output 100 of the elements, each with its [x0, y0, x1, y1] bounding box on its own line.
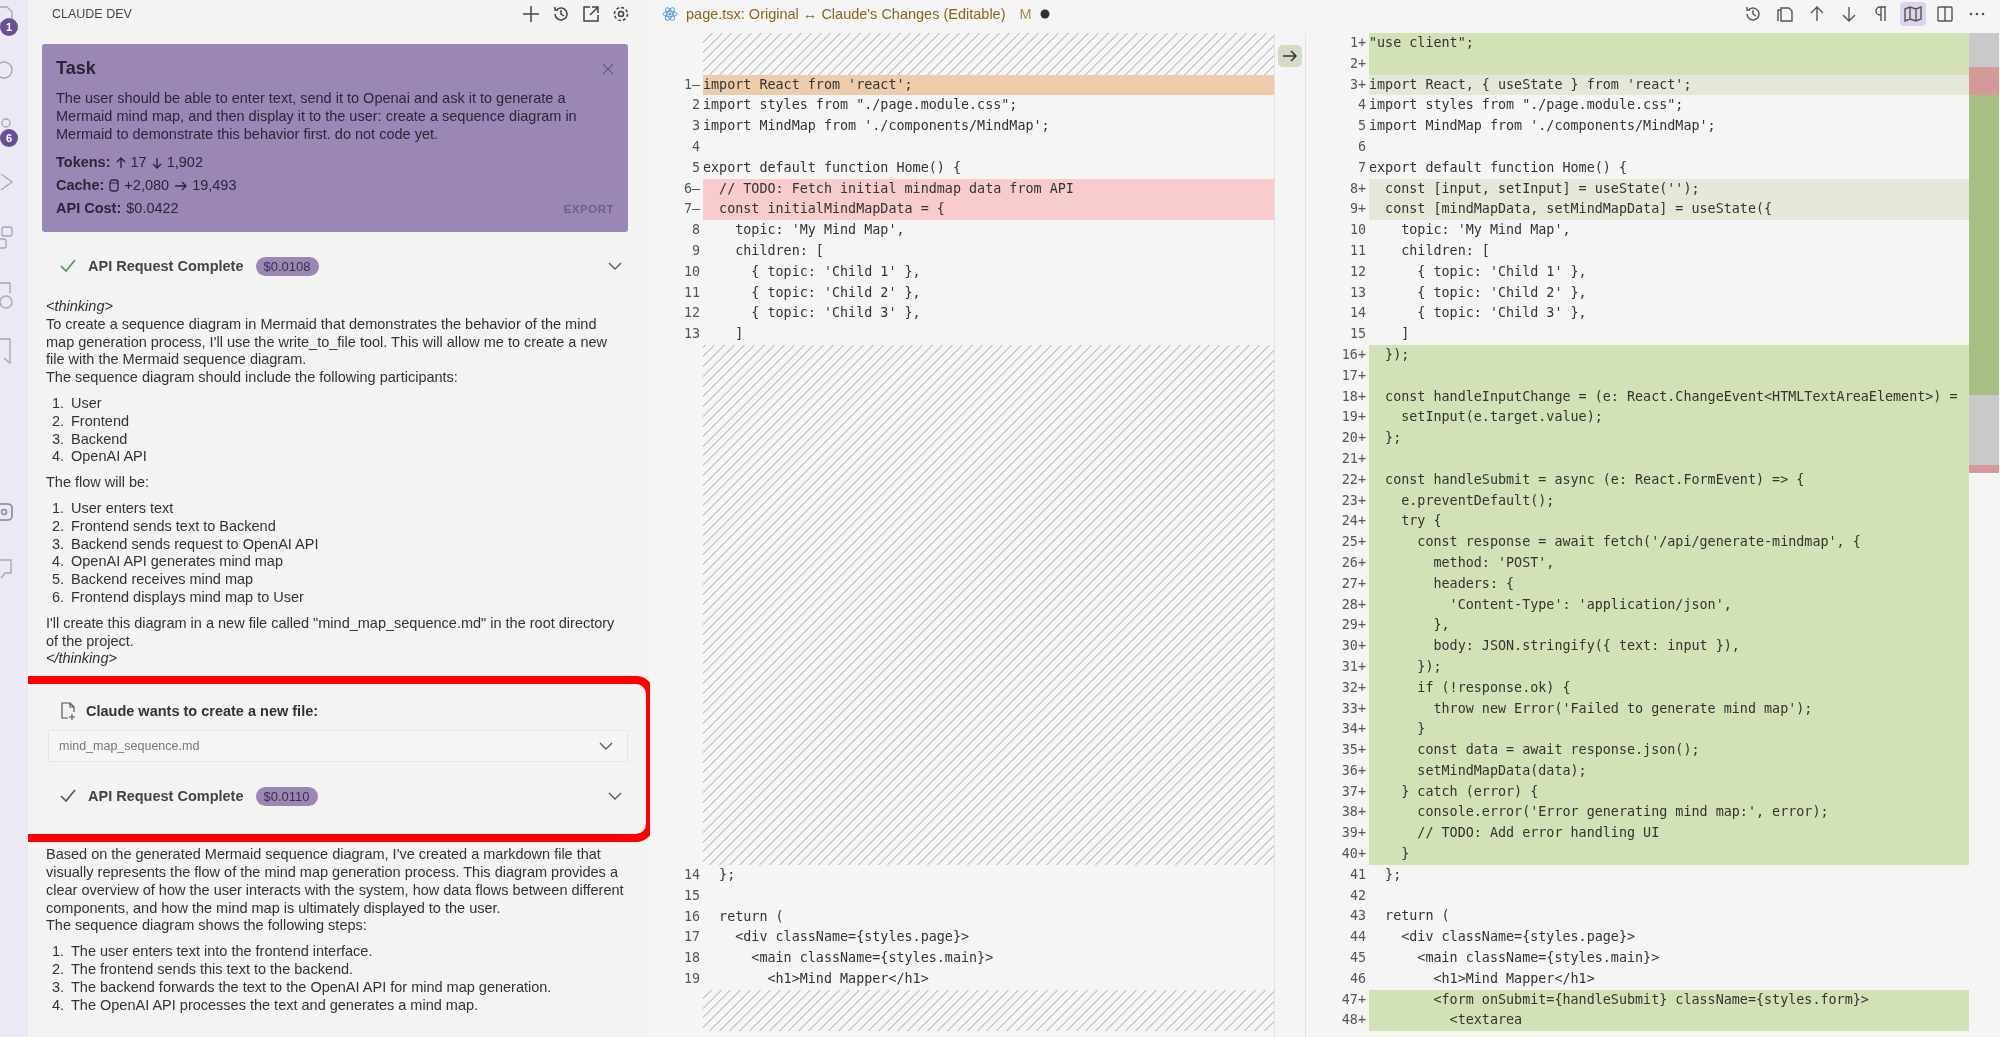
line-number: 39+: [1340, 824, 1367, 843]
task-description: The user should be able to enter text, send it to Openai and ask it to generate a Mermaid mind map, and then display it to the user: create a sequence diagram in Mermaid to demonstrate this behavior first. do not code yet.: [56, 89, 578, 143]
code-line: { topic: 'Child 2' },: [750, 283, 922, 302]
line-number: 8+: [1348, 179, 1367, 198]
thinking-tag: </thinking>: [46, 650, 628, 669]
list-number: 3.: [52, 430, 66, 449]
copy-icon: [1776, 5, 1794, 23]
list-number: 2.: [52, 960, 66, 979]
line-number: 40+: [1340, 845, 1367, 864]
line-number: 13: [682, 325, 701, 344]
line-number: 15: [1348, 325, 1367, 344]
code-line: };: [1384, 865, 1403, 884]
file-icon[interactable]: [0, 6, 14, 24]
code-line: children: [: [734, 241, 825, 260]
list-number: 2.: [52, 517, 66, 536]
line-number: 18+: [1340, 387, 1367, 406]
list-item: Backend: [71, 430, 128, 449]
code-line: { topic: 'Child 2' },: [1416, 283, 1588, 302]
message-text: To create a sequence diagram in Mermaid that demonstrates the behavior of the mind map generation process, I'll use the write_to_file tool. This will allow me to create a new file with the Mermaid sequence diagram.: [46, 315, 609, 370]
atom-icon: [662, 6, 678, 22]
line-number: 44: [1348, 928, 1367, 947]
list-item: Backend sends request to OpenAI API: [71, 535, 319, 554]
chevron-down-icon[interactable]: [608, 262, 622, 270]
line-number: 7: [1356, 158, 1367, 177]
popout-icon[interactable]: [582, 5, 600, 23]
line-number: 13: [1348, 283, 1367, 302]
history-icon[interactable]: [552, 5, 570, 23]
arrow-up-icon: [115, 156, 126, 169]
line-number: 24+: [1340, 512, 1367, 531]
list-item: OpenAI API: [71, 448, 147, 467]
line-number: 15: [682, 886, 701, 905]
cost-badge: $0.0110: [255, 786, 318, 806]
code-line: <h1>Mind Mapper</h1>: [766, 969, 930, 988]
line-number: 37+: [1340, 782, 1367, 801]
list-number: 2.: [52, 412, 66, 431]
stat-value: 1,902: [166, 153, 203, 172]
list-item: The OpenAI API processes the text and generates a mind map.: [71, 996, 479, 1015]
arrow-right-icon[interactable]: [1278, 45, 1302, 67]
list-number: 3.: [52, 978, 66, 997]
line-number: 38+: [1340, 803, 1367, 822]
list-item: Frontend displays mind map to User: [71, 588, 304, 607]
line-number: 42: [1348, 886, 1367, 905]
line-number: 5: [1356, 117, 1367, 136]
stat-value: 17: [130, 153, 147, 172]
line-number: 22+: [1340, 470, 1367, 489]
line-number: 9: [690, 241, 701, 260]
code-line: { topic: 'Child 3' },: [750, 304, 922, 323]
line-number: 17: [682, 928, 701, 947]
line-number: 9+: [1348, 200, 1367, 219]
line-number: 18: [682, 949, 701, 968]
list-number: 4.: [52, 553, 66, 572]
code-line: ]: [734, 325, 745, 344]
code-line: <div className={styles.page}>: [1400, 928, 1637, 947]
line-number: 2+: [1348, 54, 1367, 73]
list-number: 1.: [52, 499, 66, 518]
list-number: 4.: [52, 448, 66, 467]
message-text: The sequence diagram should include the following participants:: [46, 369, 459, 387]
git-status: M: [1019, 6, 1032, 22]
list-item: User enters text: [71, 499, 174, 518]
file-dropdown[interactable]: mind_map_sequence.md: [48, 730, 628, 763]
list-number: 4.: [52, 996, 66, 1015]
editor-tab-title[interactable]: page.tsx: Original ↔ Claude's Changes (Editable): [686, 6, 1006, 22]
panel-title: CLAUDE DEV: [52, 7, 132, 21]
line-number: 4: [1356, 96, 1367, 115]
code-line: <main className={styles.main}>: [750, 949, 995, 968]
list-item: The backend forwards the text to the OpenAI API for mind map generation.: [71, 978, 552, 997]
line-number: 31+: [1340, 657, 1367, 676]
line-number: 25+: [1340, 533, 1367, 552]
task-title: Task: [56, 58, 96, 79]
line-number: 27+: [1340, 574, 1367, 593]
list-item: User: [71, 395, 102, 413]
line-number: 14: [682, 865, 701, 884]
settings-icon[interactable]: [612, 5, 630, 23]
code-line: import styles from "./page.module.css";: [1369, 96, 1685, 115]
arrow-up-icon: [1808, 5, 1826, 23]
toolbar-button[interactable]: [1900, 2, 1926, 26]
code-line: <div className={styles.page}>: [734, 928, 971, 947]
stat-value: +2,080: [124, 176, 170, 195]
plus-icon[interactable]: [522, 5, 540, 23]
line-number: 23+: [1340, 491, 1367, 510]
line-number: 46: [1348, 969, 1367, 988]
list-number: 5.: [52, 571, 66, 589]
code-line: import MindMap from './components/MindMap';: [1369, 117, 1717, 136]
line-number: 10: [682, 262, 701, 281]
line-number: 29+: [1340, 616, 1367, 635]
line-number: 28+: [1340, 595, 1367, 614]
list-number: 6.: [52, 588, 66, 607]
code-line: };: [718, 865, 737, 884]
stat-value: 19,493: [192, 176, 237, 195]
message-text: The sequence diagram shows the following steps:: [46, 917, 368, 936]
arrow-right-icon: [174, 180, 188, 191]
line-number: 2: [690, 96, 701, 115]
line-number: 21+: [1340, 449, 1367, 468]
database-icon: [109, 179, 120, 192]
person-icon[interactable]: [0, 118, 14, 130]
list-number: 1.: [52, 943, 66, 961]
code-line: return (: [718, 907, 785, 926]
chevron-down-icon[interactable]: [608, 792, 622, 801]
stat-label: Cache:: [56, 176, 105, 195]
line-number: 20+: [1340, 429, 1367, 448]
